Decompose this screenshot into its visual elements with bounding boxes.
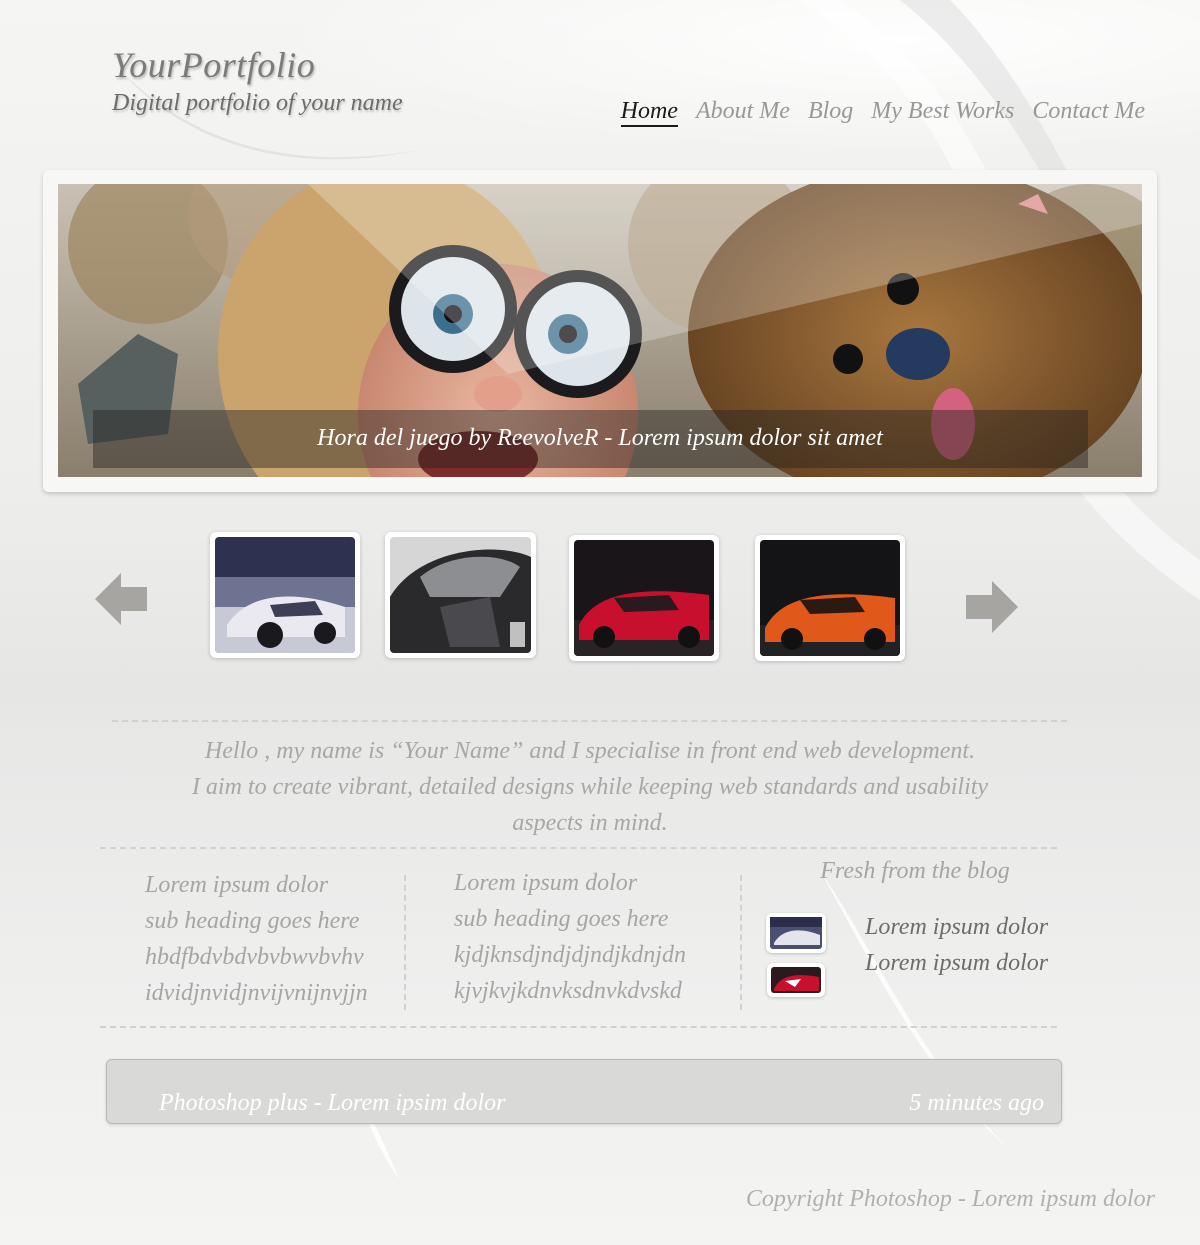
column-divider-2 <box>740 875 742 1010</box>
carousel-thumb-3[interactable] <box>569 535 719 661</box>
red-car-thumb <box>771 967 821 993</box>
blog-thumb-1[interactable] <box>766 913 826 953</box>
main-nav: Home About Me Blog My Best Works Contact… <box>620 98 1145 127</box>
blog-thumb-2[interactable] <box>767 963 825 997</box>
blog-link-1[interactable]: Lorem ipsum dolor <box>865 914 1048 941</box>
activity-bar: Photoshop plus - Lorem ipsim dolor 5 min… <box>106 1059 1062 1124</box>
nav-my-best-works[interactable]: My Best Works <box>871 98 1014 127</box>
right-arrow-icon[interactable] <box>966 581 1018 633</box>
silver-car-thumb <box>770 917 822 949</box>
black-supercar-image <box>390 537 531 653</box>
carousel-thumb-1[interactable] <box>210 532 360 658</box>
red-sports-car-image <box>574 540 714 656</box>
divider-middle <box>100 847 1057 849</box>
column-1-heading[interactable]: Lorem ipsum dolor <box>145 867 368 903</box>
intro-line-2: I aim to create vibrant, detailed design… <box>191 774 989 800</box>
column-2: Lorem ipsum dolor sub heading goes here … <box>454 865 686 1009</box>
column-2-heading[interactable]: Lorem ipsum dolor <box>454 865 686 901</box>
nav-about-me[interactable]: About Me <box>696 98 790 127</box>
intro-line-3: aspects in mind. <box>512 810 668 836</box>
column-divider-1 <box>404 875 406 1010</box>
nav-blog[interactable]: Blog <box>808 98 853 127</box>
divider-top <box>112 720 1067 722</box>
blog-link-2[interactable]: Lorem ipsum dolor <box>865 950 1048 977</box>
column-1: Lorem ipsum dolor sub heading goes here … <box>145 867 368 1011</box>
orange-sports-car-image <box>760 540 900 656</box>
column-1-subheading: sub heading goes here <box>145 908 360 934</box>
nav-contact-me[interactable]: Contact Me <box>1032 98 1145 127</box>
hero-frame: Hora del juego by ReevolveR - Lorem ipsu… <box>43 170 1157 492</box>
activity-timestamp: 5 minutes ago <box>909 1090 1044 1116</box>
blog-section-title: Fresh from the blog <box>820 858 1010 884</box>
column-1-text-2: idvidjnvidjnvijvnijnvjjn <box>145 980 368 1006</box>
column-2-text-1: kjdjknsdjndjdjndjkdnjdn <box>454 942 686 968</box>
carousel-thumb-4[interactable] <box>755 535 905 661</box>
column-2-subheading: sub heading goes here <box>454 906 669 932</box>
hero-caption: Hora del juego by ReevolveR - Lorem ipsu… <box>317 425 883 451</box>
hero-image[interactable]: Hora del juego by ReevolveR - Lorem ipsu… <box>58 184 1142 477</box>
silver-concept-car-image <box>215 537 355 653</box>
activity-text[interactable]: Photoshop plus - Lorem ipsim dolor <box>159 1090 505 1117</box>
left-arrow-icon[interactable] <box>95 573 149 625</box>
intro-line-1: Hello , my name is “Your Name” and I spe… <box>204 738 976 764</box>
divider-bottom <box>100 1026 1057 1028</box>
site-subtitle: Digital portfolio of your name <box>112 90 403 116</box>
column-2-text-2: kjvjkvjkdnvksdnvkdvskd <box>454 978 682 1004</box>
intro-text: Hello , my name is “Your Name” and I spe… <box>110 733 1070 841</box>
carousel-thumb-2[interactable] <box>385 532 536 658</box>
column-1-text-1: hbdfbdvbdvbvbwvbvhv <box>145 944 364 970</box>
nav-home[interactable]: Home <box>620 98 678 127</box>
brand: YourPortfolio Digital portfolio of your … <box>112 44 403 117</box>
site-title[interactable]: YourPortfolio <box>112 44 403 86</box>
copyright-text: Copyright Photoshop - Lorem ipsum dolor <box>745 1186 1155 1212</box>
